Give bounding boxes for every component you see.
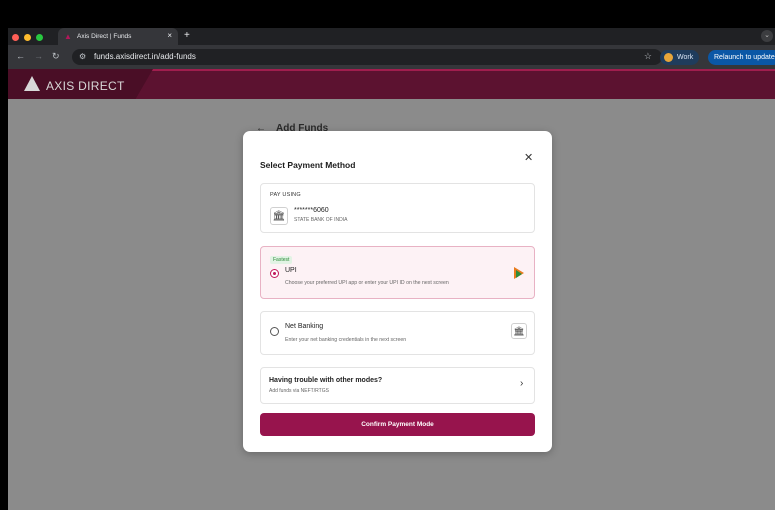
option-description: Enter your net banking credentials in th… bbox=[285, 337, 407, 343]
help-title: Having trouble with other modes? bbox=[269, 377, 383, 384]
browser-toolbar: ← → ↻ ⚙ funds.axisdirect.in/add-funds ☆ … bbox=[8, 45, 775, 69]
axis-favicon-icon: ▲ bbox=[64, 31, 72, 41]
new-tab-button[interactable]: + bbox=[184, 30, 190, 41]
confirm-payment-mode-button[interactable]: Confirm Payment Mode bbox=[260, 413, 535, 436]
netbanking-radio[interactable] bbox=[270, 327, 279, 336]
payment-option-upi[interactable]: Fastest UPI Choose your preferred UPI ap… bbox=[260, 246, 535, 299]
help-subtitle: Add funds via NEFT/RTGS bbox=[269, 388, 329, 394]
tab-title: Axis Direct | Funds bbox=[77, 33, 132, 40]
profile-button[interactable]: Work bbox=[660, 50, 700, 65]
profile-avatar bbox=[664, 53, 673, 62]
option-name: Net Banking bbox=[285, 323, 324, 330]
minimize-window-dot[interactable] bbox=[24, 34, 31, 41]
page-backdrop: AXIS DIRECT ← Add Funds Select Payment M… bbox=[8, 69, 775, 510]
maximize-window-dot[interactable] bbox=[36, 34, 43, 41]
chevron-right-icon: › bbox=[520, 378, 524, 389]
tab-search-icon[interactable]: ⌄ bbox=[761, 30, 773, 42]
close-window-dot[interactable] bbox=[12, 34, 19, 41]
tab-close-icon[interactable]: × bbox=[167, 31, 172, 40]
payment-method-modal: Select Payment Method ✕ PAY USING 🏛 ****… bbox=[243, 131, 552, 452]
pay-using-label: PAY USING bbox=[270, 192, 301, 198]
modal-title: Select Payment Method bbox=[260, 160, 356, 170]
relaunch-button[interactable]: Relaunch to update bbox=[708, 50, 775, 65]
pay-using-card[interactable]: PAY USING 🏛 *******6060 STATE BANK OF IN… bbox=[260, 183, 535, 233]
bank-icon: 🏛 bbox=[270, 207, 288, 225]
other-modes-help-card[interactable]: Having trouble with other modes? Add fun… bbox=[260, 367, 535, 404]
close-icon[interactable]: ✕ bbox=[524, 151, 533, 164]
forward-arrow-icon[interactable]: → bbox=[34, 52, 43, 61]
fastest-badge: Fastest bbox=[270, 256, 293, 264]
bank-icon: 🏛 bbox=[511, 323, 527, 339]
reload-icon[interactable]: ↻ bbox=[52, 52, 60, 61]
brand-header: AXIS DIRECT bbox=[8, 69, 775, 99]
browser-tab[interactable]: ▲ Axis Direct | Funds × bbox=[58, 28, 178, 45]
upi-radio[interactable] bbox=[270, 269, 279, 278]
address-bar[interactable]: ⚙ funds.axisdirect.in/add-funds ☆ bbox=[72, 49, 662, 65]
bank-name: STATE BANK OF INDIA bbox=[294, 217, 348, 223]
payment-option-netbanking[interactable]: Net Banking Enter your net banking crede… bbox=[260, 311, 535, 355]
option-name: UPI bbox=[285, 267, 297, 274]
axis-logo-icon bbox=[24, 76, 40, 91]
option-description: Choose your preferred UPI app or enter y… bbox=[285, 280, 449, 286]
back-arrow-icon[interactable]: ← bbox=[16, 52, 25, 61]
bookmark-star-icon[interactable]: ☆ bbox=[644, 51, 652, 62]
screen: ▲ Axis Direct | Funds × + ⌄ ← → ↻ ⚙ fund… bbox=[0, 0, 775, 510]
url-text[interactable]: funds.axisdirect.in/add-funds bbox=[94, 52, 196, 61]
account-number: *******6060 bbox=[294, 207, 329, 214]
upi-logo-accent-icon bbox=[516, 270, 522, 278]
site-info-icon[interactable]: ⚙ bbox=[79, 52, 86, 61]
profile-label: Work bbox=[677, 54, 694, 61]
browser-tab-bar: ▲ Axis Direct | Funds × + ⌄ bbox=[8, 28, 775, 45]
logo-text: AXIS DIRECT bbox=[46, 79, 125, 93]
